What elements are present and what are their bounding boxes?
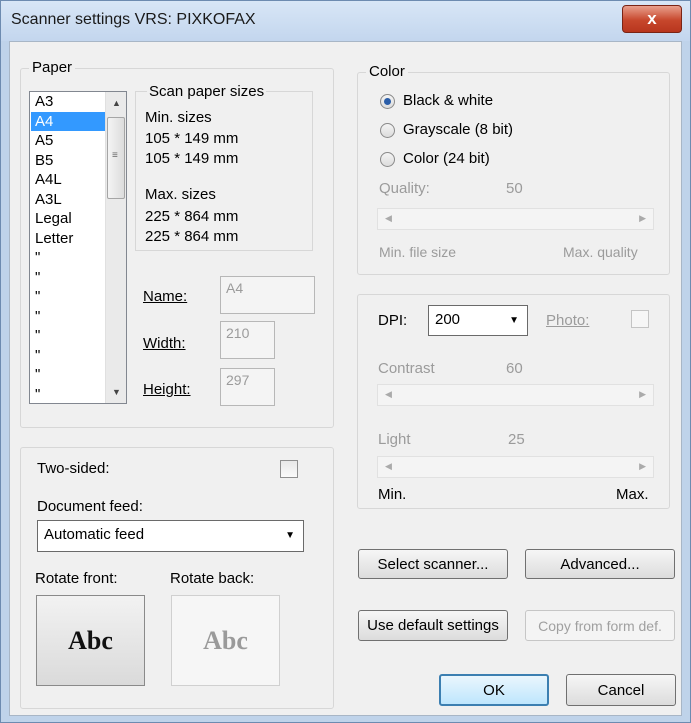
- paper-list-item[interactable]: ": [31, 346, 106, 366]
- scroll-right-icon: ▶: [639, 213, 646, 223]
- max-size-value-2: 225 * 864 mm: [145, 228, 239, 245]
- scan-sizes-legend: Scan paper sizes: [147, 83, 267, 100]
- paper-list-item[interactable]: Legal: [31, 209, 106, 229]
- paper-list-item[interactable]: ": [31, 307, 106, 327]
- light-min-label: Min.: [378, 486, 407, 503]
- quality-value: 50: [506, 180, 523, 197]
- paper-list-item[interactable]: ": [31, 326, 106, 346]
- paper-list-item[interactable]: ": [31, 287, 106, 307]
- photo-checkbox[interactable]: [631, 310, 649, 328]
- paper-list-item[interactable]: B5: [31, 151, 106, 171]
- grayscale-radio[interactable]: [380, 123, 395, 138]
- cancel-label: Cancel: [597, 681, 645, 699]
- height-label: Height:: [143, 381, 191, 398]
- copy-from-form-label: Copy from form def.: [538, 617, 662, 634]
- color-legend: Color: [366, 63, 408, 80]
- width-label: Width:: [143, 335, 186, 352]
- paper-list-item[interactable]: A4L: [31, 170, 106, 190]
- max-quality-label: Max. quality: [563, 244, 638, 260]
- paper-list-item[interactable]: A3: [31, 92, 106, 112]
- use-default-label: Use default settings: [367, 617, 499, 634]
- black-white-label[interactable]: Black & white: [403, 92, 493, 109]
- rotate-front-text: Abc: [68, 625, 113, 655]
- paper-list-item[interactable]: ": [31, 385, 106, 404]
- paper-name-field[interactable]: A4: [220, 276, 315, 314]
- ok-button[interactable]: OK: [439, 674, 549, 706]
- advanced-button[interactable]: Advanced...: [525, 549, 675, 579]
- paper-list-item[interactable]: ": [31, 248, 106, 268]
- paper-list-item[interactable]: ": [31, 365, 106, 385]
- color-radio[interactable]: [380, 152, 395, 167]
- advanced-label: Advanced...: [560, 555, 640, 573]
- dialog-window: Scanner settings VRS: PIXKOFAX x Paper A…: [0, 0, 691, 723]
- window-title: Scanner settings VRS: PIXKOFAX: [11, 11, 256, 28]
- scroll-right-icon: ▶: [639, 389, 646, 399]
- document-feed-dropdown[interactable]: Automatic feed ▼: [37, 520, 304, 552]
- rotate-front-label: Rotate front:: [35, 570, 118, 587]
- quality-slider[interactable]: ◀ ▶: [377, 208, 654, 230]
- quality-label: Quality:: [379, 180, 430, 197]
- paper-list-scrollbar[interactable]: ▲ ≡ ▼: [105, 92, 126, 403]
- document-feed-value: Automatic feed: [44, 526, 145, 543]
- dpi-label: DPI:: [378, 312, 408, 329]
- light-value: 25: [508, 431, 525, 448]
- paper-list-item[interactable]: A5: [31, 131, 106, 151]
- two-sided-label: Two-sided:: [37, 460, 110, 477]
- paper-size-list[interactable]: A3 A4 A5 B5 A4L A3L Legal Letter " " " " " " " " ▲ ≡ ▼: [29, 91, 127, 404]
- cancel-button[interactable]: Cancel: [566, 674, 676, 706]
- max-sizes-label: Max. sizes: [145, 186, 216, 203]
- rotate-back-preview[interactable]: Abc: [171, 595, 280, 686]
- name-label: Name:: [143, 288, 188, 305]
- photo-label: Photo:: [546, 312, 590, 329]
- min-size-value-2: 105 * 149 mm: [145, 150, 239, 167]
- light-label: Light: [378, 431, 411, 448]
- paper-list-item[interactable]: A3L: [31, 190, 106, 210]
- min-sizes-label: Min. sizes: [145, 109, 212, 126]
- dpi-value: 200: [435, 311, 461, 328]
- contrast-value: 60: [506, 360, 523, 377]
- scroll-left-icon: ◀: [385, 461, 392, 471]
- scroll-up-icon[interactable]: ▲: [112, 98, 121, 108]
- close-button[interactable]: x: [622, 5, 682, 33]
- light-slider[interactable]: ◀ ▶: [377, 456, 654, 478]
- scroll-down-icon[interactable]: ▼: [112, 387, 121, 397]
- document-feed-label: Document feed:: [37, 498, 143, 515]
- rotate-back-text: Abc: [203, 625, 248, 655]
- close-icon: x: [647, 9, 657, 28]
- min-size-value-1: 105 * 149 mm: [145, 130, 239, 147]
- max-size-value-1: 225 * 864 mm: [145, 208, 239, 225]
- scroll-left-icon: ◀: [385, 389, 392, 399]
- paper-width-field[interactable]: 210: [220, 321, 275, 359]
- min-file-size-label: Min. file size: [379, 244, 457, 260]
- copy-from-form-button[interactable]: Copy from form def.: [525, 610, 675, 641]
- ok-label: OK: [483, 681, 505, 699]
- paper-height-field[interactable]: 297: [220, 368, 275, 406]
- black-white-radio[interactable]: [380, 94, 395, 109]
- chevron-down-icon: ▼: [509, 315, 519, 326]
- chevron-down-icon: ▼: [285, 530, 295, 541]
- dpi-dropdown[interactable]: 200 ▼: [428, 305, 528, 336]
- dialog-client-area: Paper A3 A4 A5 B5 A4L A3L Legal Letter " " " " " " " " …: [9, 41, 682, 716]
- color-24bit-label[interactable]: Color (24 bit): [403, 150, 490, 167]
- paper-list-item[interactable]: A4: [31, 111, 106, 131]
- scroll-right-icon: ▶: [639, 461, 646, 471]
- scroll-left-icon: ◀: [385, 213, 392, 223]
- paper-list-item[interactable]: ": [31, 268, 106, 288]
- grayscale-label[interactable]: Grayscale (8 bit): [403, 121, 513, 138]
- scan-paper-sizes-box: Scan paper sizes Min. sizes 105 * 149 mm…: [135, 83, 313, 251]
- contrast-slider[interactable]: ◀ ▶: [377, 384, 654, 406]
- use-default-settings-button[interactable]: Use default settings: [358, 610, 508, 641]
- select-scanner-button[interactable]: Select scanner...: [358, 549, 508, 579]
- paper-legend: Paper: [29, 59, 76, 76]
- contrast-label: Contrast: [378, 360, 435, 377]
- rotate-back-label: Rotate back:: [170, 570, 255, 587]
- select-scanner-label: Select scanner...: [377, 555, 489, 573]
- grip-icon: ≡: [112, 150, 118, 161]
- title-bar[interactable]: Scanner settings VRS: PIXKOFAX x: [1, 1, 690, 41]
- two-sided-checkbox[interactable]: [280, 460, 298, 478]
- light-max-label: Max.: [616, 486, 649, 503]
- scroll-thumb[interactable]: ≡: [107, 117, 125, 199]
- rotate-front-preview[interactable]: Abc: [36, 595, 145, 686]
- paper-list-item[interactable]: Letter: [31, 229, 106, 249]
